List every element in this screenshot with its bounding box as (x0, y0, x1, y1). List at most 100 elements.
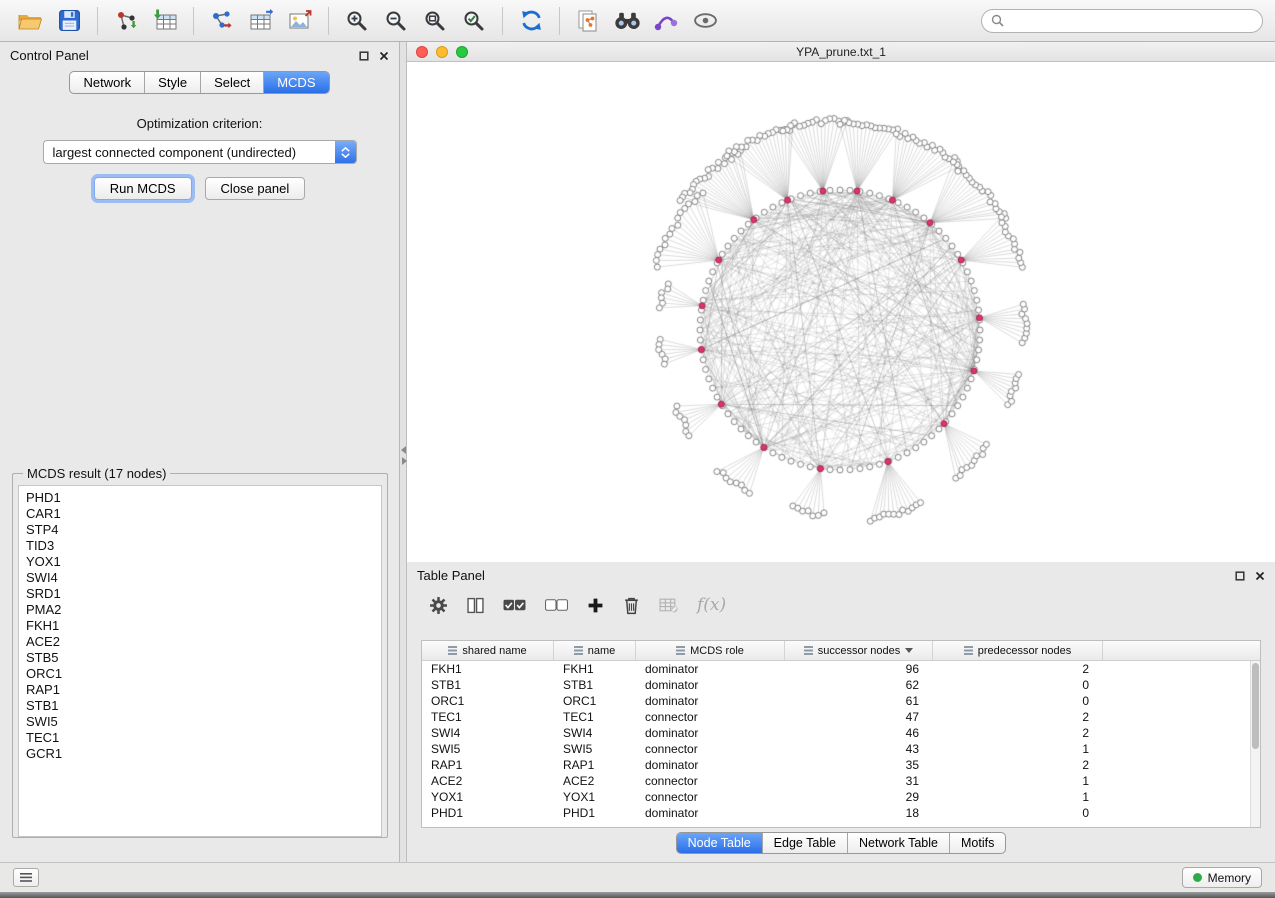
apply-style-button[interactable] (648, 4, 684, 38)
delete-column-button[interactable] (623, 596, 640, 615)
tab-select[interactable]: Select (201, 72, 264, 93)
close-table-panel-icon[interactable] (1255, 571, 1265, 581)
column-header-mcds-role[interactable]: MCDS role (636, 641, 785, 660)
cell-predecessor-nodes: 1 (933, 742, 1103, 756)
cell-mcds-role: connector (636, 742, 785, 756)
zoom-fit-button[interactable] (417, 4, 453, 38)
tab-edge-table[interactable]: Edge Table (763, 833, 848, 853)
task-history-button[interactable] (13, 868, 39, 887)
cell-predecessor-nodes: 2 (933, 662, 1103, 676)
column-type-icon (804, 646, 813, 655)
run-mcds-button[interactable]: Run MCDS (94, 177, 192, 200)
column-header-shared-name[interactable]: shared name (422, 641, 554, 660)
deselect-all-columns-button[interactable] (545, 599, 568, 611)
create-column-button[interactable] (587, 597, 604, 614)
mcds-result-item[interactable]: PMA2 (26, 602, 381, 618)
window-minimize-icon[interactable] (436, 46, 448, 58)
export-image-button[interactable] (282, 4, 318, 38)
delete-table-button[interactable] (659, 598, 678, 613)
close-panel-button[interactable]: Close panel (205, 177, 306, 200)
column-header-successor-nodes[interactable]: successor nodes (785, 641, 933, 660)
window-zoom-icon[interactable] (456, 46, 468, 58)
mcds-result-item[interactable]: YOX1 (26, 554, 381, 570)
function-builder-button[interactable]: f(x) (697, 595, 726, 615)
mcds-result-item[interactable]: STP4 (26, 522, 381, 538)
tab-network-table[interactable]: Network Table (848, 833, 950, 853)
cell-successor-nodes: 18 (785, 806, 933, 820)
open-button[interactable] (12, 4, 48, 38)
table-settings-button[interactable] (429, 596, 448, 615)
mcds-result-item[interactable]: SWI4 (26, 570, 381, 586)
network-canvas[interactable] (407, 62, 1275, 562)
mcds-result-item[interactable]: GCR1 (26, 746, 381, 762)
zoom-in-button[interactable] (339, 4, 375, 38)
table-row[interactable]: YOX1YOX1connector291 (422, 789, 1250, 805)
column-header-predecessor-nodes[interactable]: predecessor nodes (933, 641, 1103, 660)
import-table-button[interactable] (147, 4, 183, 38)
cell-shared-name: SWI4 (422, 726, 554, 740)
network-window-titlebar[interactable]: YPA_prune.txt_1 (407, 42, 1275, 62)
select-all-columns-button[interactable] (503, 599, 526, 611)
table-toolbar: f(x) (407, 586, 1275, 624)
mcds-result-item[interactable]: SRD1 (26, 586, 381, 602)
refresh-button[interactable] (513, 4, 549, 38)
table-row[interactable]: ORC1ORC1dominator610 (422, 693, 1250, 709)
show-hide-button[interactable] (687, 4, 723, 38)
show-columns-button[interactable] (467, 597, 484, 614)
tab-node-table[interactable]: Node Table (677, 833, 763, 853)
open-folder-icon (17, 10, 43, 32)
toolbar-separator (193, 7, 194, 35)
mcds-result-item[interactable]: CAR1 (26, 506, 381, 522)
float-table-panel-icon[interactable] (1235, 571, 1245, 581)
mcds-result-item[interactable]: ACE2 (26, 634, 381, 650)
tab-network[interactable]: Network (70, 72, 145, 93)
cell-mcds-role: connector (636, 774, 785, 788)
close-panel-icon[interactable] (379, 51, 389, 61)
table-row[interactable]: SWI5SWI5connector431 (422, 741, 1250, 757)
export-network-button[interactable] (204, 4, 240, 38)
mcds-result-item[interactable]: RAP1 (26, 682, 381, 698)
table-row[interactable]: SWI4SWI4dominator462 (422, 725, 1250, 741)
checked-boxes-icon (503, 599, 526, 611)
search-input[interactable] (1010, 14, 1253, 28)
table-scrollbar-thumb[interactable] (1252, 663, 1259, 749)
memory-button[interactable]: Memory (1182, 867, 1262, 888)
search-box[interactable] (981, 9, 1263, 33)
mcds-result-item[interactable]: STB1 (26, 698, 381, 714)
splitter-collapse-icon[interactable] (400, 446, 407, 465)
tab-style[interactable]: Style (145, 72, 201, 93)
table-row[interactable]: RAP1RAP1dominator352 (422, 757, 1250, 773)
float-panel-icon[interactable] (359, 51, 369, 61)
cell-name: RAP1 (554, 758, 636, 772)
export-table-button[interactable] (243, 4, 279, 38)
panel-splitter[interactable] (400, 42, 407, 862)
tab-motifs[interactable]: Motifs (950, 833, 1005, 853)
column-header-name[interactable]: name (554, 641, 636, 660)
clone-network-button[interactable] (570, 4, 606, 38)
node-table: shared name name MCDS role successor nod… (421, 640, 1261, 828)
save-button[interactable] (51, 4, 87, 38)
cell-mcds-role: dominator (636, 726, 785, 740)
table-row[interactable]: ACE2ACE2connector311 (422, 773, 1250, 789)
first-neighbors-button[interactable] (609, 4, 645, 38)
cell-mcds-role: dominator (636, 662, 785, 676)
table-row[interactable]: PHD1PHD1dominator180 (422, 805, 1250, 821)
import-network-button[interactable] (108, 4, 144, 38)
table-row[interactable]: TEC1TEC1connector472 (422, 709, 1250, 725)
tab-mcds[interactable]: MCDS (264, 72, 328, 93)
zoom-out-button[interactable] (378, 4, 414, 38)
table-scrollbar[interactable] (1250, 661, 1260, 827)
mcds-result-item[interactable]: FKH1 (26, 618, 381, 634)
mcds-result-item[interactable]: TID3 (26, 538, 381, 554)
criterion-dropdown[interactable]: largest connected component (undirected) (43, 140, 357, 164)
table-row[interactable]: FKH1FKH1dominator962 (422, 661, 1250, 677)
window-close-icon[interactable] (416, 46, 428, 58)
mcds-result-item[interactable]: STB5 (26, 650, 381, 666)
mcds-result-item[interactable]: SWI5 (26, 714, 381, 730)
mcds-result-item[interactable]: TEC1 (26, 730, 381, 746)
zoom-selected-button[interactable] (456, 4, 492, 38)
mcds-result-item[interactable]: ORC1 (26, 666, 381, 682)
table-row[interactable]: STB1STB1dominator620 (422, 677, 1250, 693)
mcds-result-item[interactable]: PHD1 (26, 490, 381, 506)
node-table-body: FKH1FKH1dominator962STB1STB1dominator620… (422, 661, 1250, 827)
